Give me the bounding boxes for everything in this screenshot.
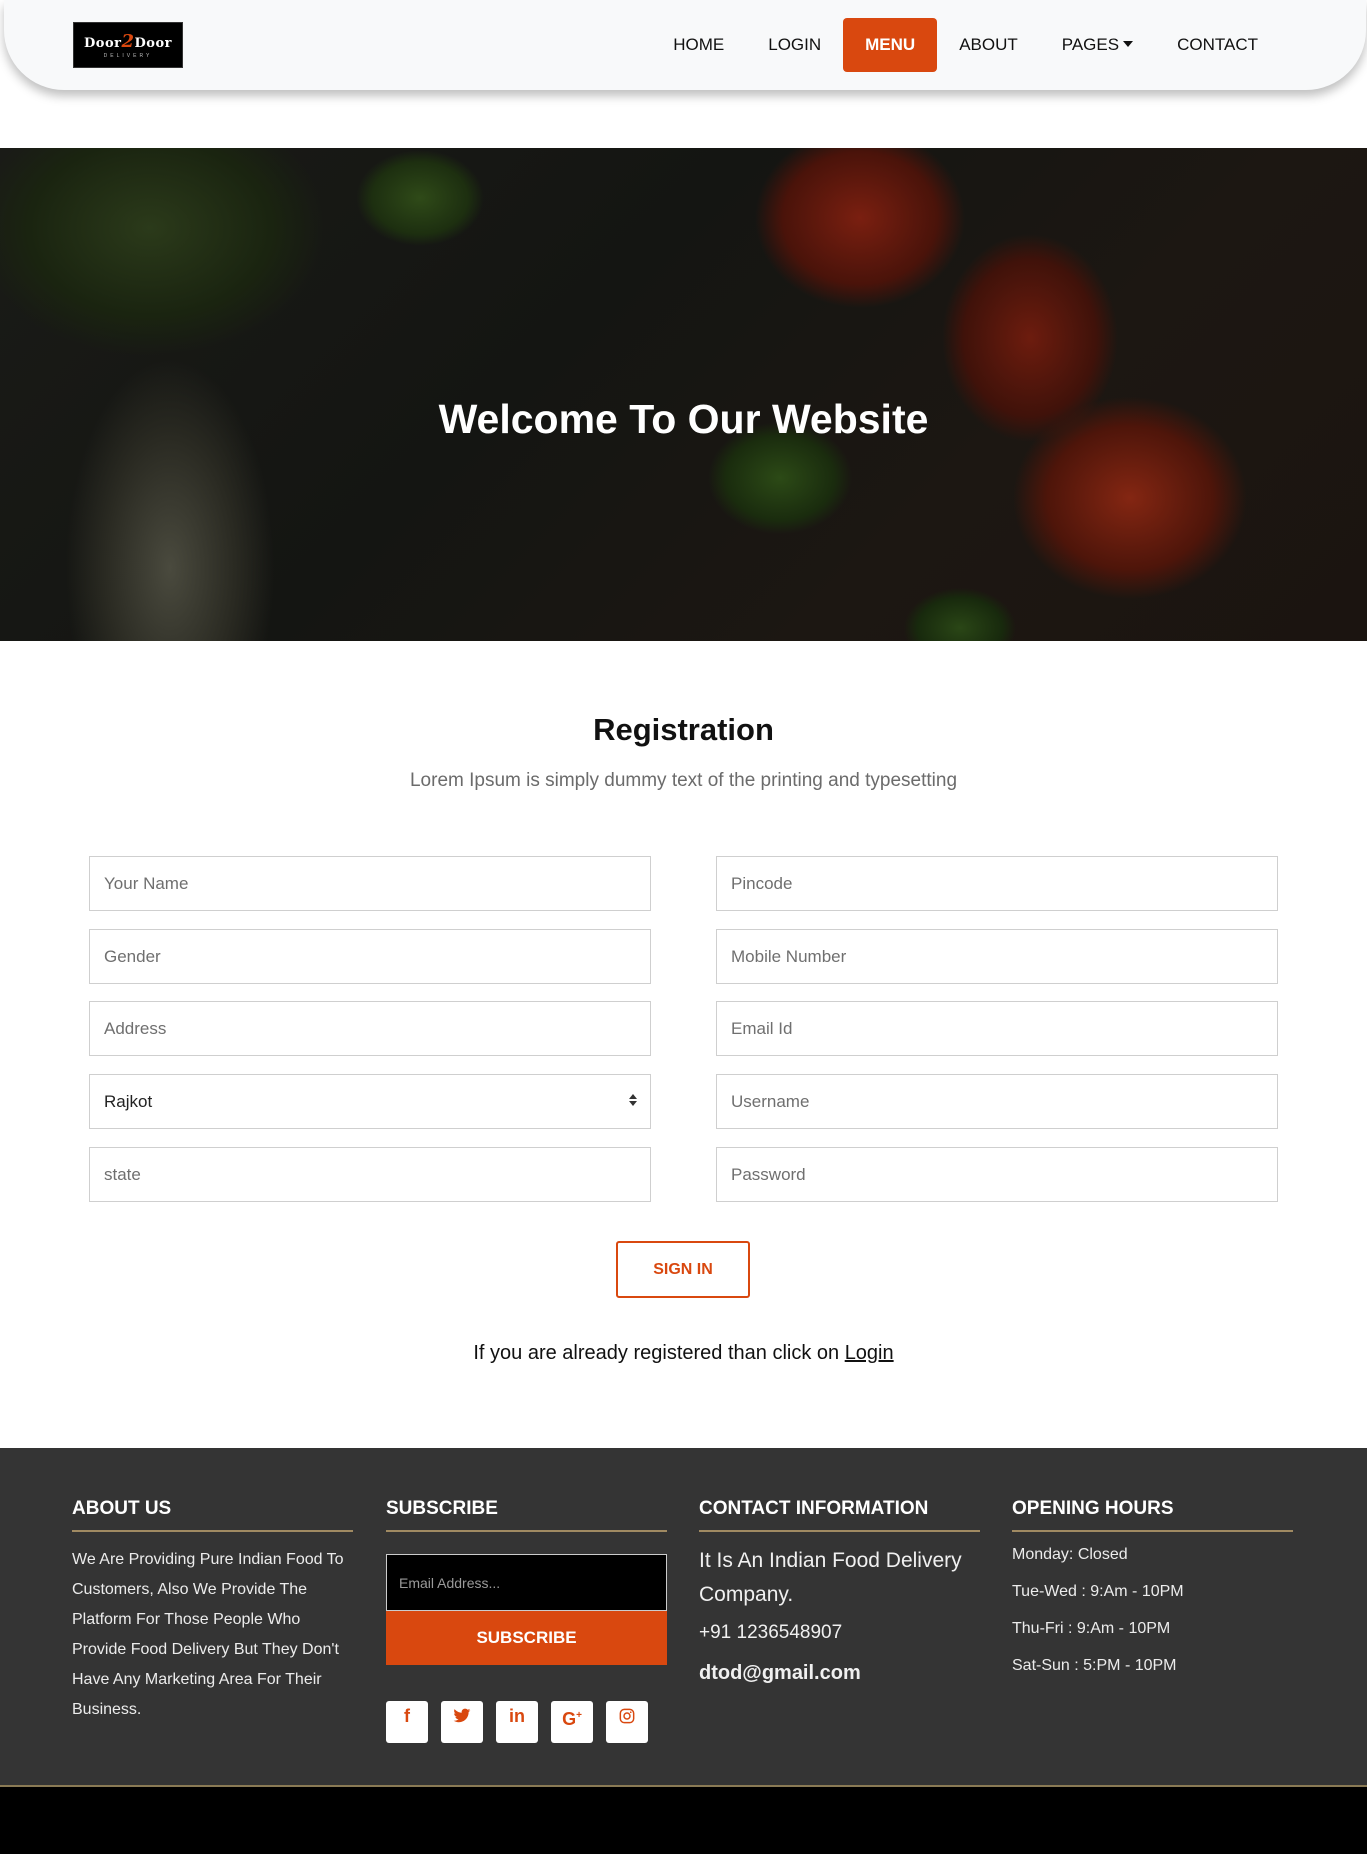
facebook-icon[interactable]: f <box>386 1701 428 1743</box>
hours-row: Thu-Fri : 9:Am - 10PM <box>1012 1620 1171 1637</box>
address-field[interactable] <box>89 1001 651 1056</box>
navbar: Door2Door DELIVERY HOME LOGIN MENU ABOUT… <box>4 0 1366 90</box>
hours-row: Tue-Wed : 9:Am - 10PM <box>1012 1583 1184 1600</box>
state-field[interactable] <box>89 1147 651 1202</box>
mobile-field[interactable] <box>716 929 1278 984</box>
caret-down-icon <box>1123 40 1134 47</box>
footer-contact-description: It Is An Indian Food Delivery Company. <box>699 1549 962 1606</box>
hero-banner: Welcome To Our Website <box>0 148 1367 641</box>
footer-bottom-bar <box>0 1787 1367 1854</box>
nav-pages-dropdown[interactable]: PAGES <box>1040 18 1155 72</box>
gender-field[interactable] <box>89 929 651 984</box>
login-link[interactable]: Login <box>845 1342 894 1364</box>
subscribe-button[interactable]: SUBSCRIBE <box>386 1611 667 1665</box>
city-select[interactable]: Rajkot <box>89 1074 651 1129</box>
name-field[interactable] <box>89 856 651 911</box>
footer-subscribe-heading: SUBSCRIBE <box>386 1498 667 1532</box>
linkedin-icon[interactable]: in <box>496 1701 538 1743</box>
footer-contact-email[interactable]: dtod@gmail.com <box>699 1662 980 1685</box>
instagram-icon[interactable] <box>606 1701 648 1743</box>
email-field[interactable] <box>716 1001 1278 1056</box>
footer-about-heading: ABOUT US <box>72 1498 353 1532</box>
footer-hours-list: Monday: Closed Tue-Wed : 9:Am - 10PM Thu… <box>1012 1546 1293 1675</box>
already-registered-text: If you are already registered than click… <box>0 1342 1367 1365</box>
footer-contact-phone: +91 1236548907 <box>699 1622 843 1643</box>
registration-subtitle: Lorem Ipsum is simply dummy text of the … <box>409 770 958 791</box>
nav-contact[interactable]: CONTACT <box>1155 18 1280 72</box>
hours-row: Monday: Closed <box>1012 1546 1128 1563</box>
footer-subscribe: SUBSCRIBE SUBSCRIBE f in G+ <box>386 1498 667 1743</box>
footer-contact-heading: CONTACT INFORMATION <box>699 1498 980 1532</box>
footer-hours: OPENING HOURS Monday: Closed Tue-Wed : 9… <box>1012 1498 1293 1675</box>
nav-about[interactable]: ABOUT <box>937 18 1040 72</box>
brand-logo[interactable]: Door2Door DELIVERY <box>73 22 183 68</box>
already-registered-label: If you are already registered than click… <box>473 1342 845 1364</box>
password-field[interactable] <box>716 1147 1278 1202</box>
social-links: f in G+ <box>386 1701 667 1743</box>
select-arrows-icon <box>629 1094 637 1108</box>
username-field[interactable] <box>716 1074 1278 1129</box>
nav-home[interactable]: HOME <box>651 18 746 72</box>
logo-text: Door2Door <box>84 31 172 52</box>
nav-menu[interactable]: MENU <box>843 18 938 72</box>
logo-subtext: DELIVERY <box>103 53 153 59</box>
footer-contact: CONTACT INFORMATION It Is An Indian Food… <box>699 1498 980 1685</box>
footer-about: ABOUT US We Are Providing Pure Indian Fo… <box>72 1498 353 1725</box>
pincode-field[interactable] <box>716 856 1278 911</box>
hero-title: Welcome To Our Website <box>438 396 929 442</box>
nav-login[interactable]: LOGIN <box>746 18 843 72</box>
twitter-icon[interactable] <box>441 1701 483 1743</box>
hours-row: Sat-Sun : 5:PM - 10PM <box>1012 1657 1177 1674</box>
nav-links: HOME LOGIN MENU ABOUT PAGES CONTACT <box>651 18 1280 72</box>
subscribe-email-input[interactable] <box>386 1554 667 1611</box>
footer-hours-heading: OPENING HOURS <box>1012 1498 1293 1532</box>
city-select-value: Rajkot <box>104 1092 153 1111</box>
registration-title: Registration <box>593 712 774 747</box>
google-plus-icon[interactable]: G+ <box>551 1701 593 1743</box>
sign-in-button[interactable]: SIGN IN <box>616 1241 750 1298</box>
nav-pages-label: PAGES <box>1061 35 1120 54</box>
footer-about-text: We Are Providing Pure Indian Food To Cus… <box>72 1551 344 1718</box>
